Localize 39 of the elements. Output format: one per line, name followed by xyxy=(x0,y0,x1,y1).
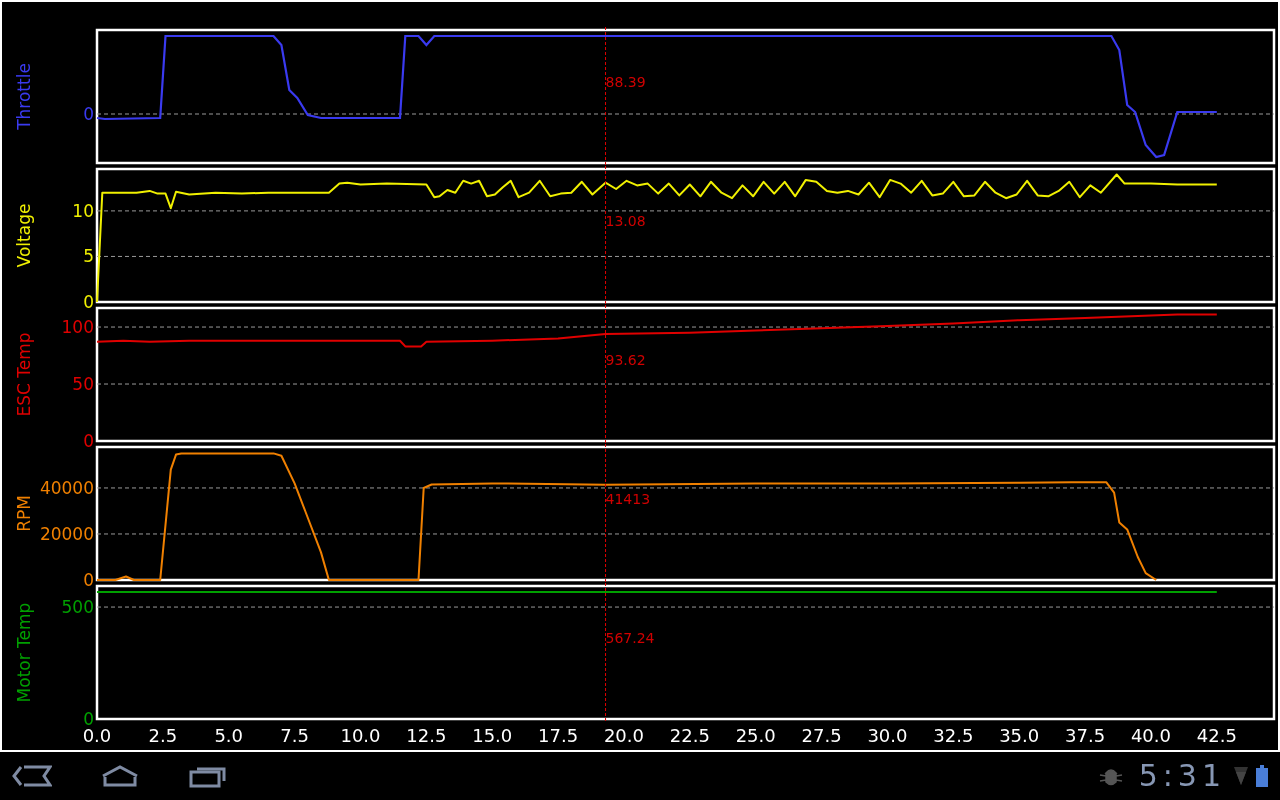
axis-tick-label: 10.0 xyxy=(340,725,381,746)
axis-tick-label: 500 xyxy=(61,597,94,618)
cursor-value: 13.08 xyxy=(605,213,646,229)
axis-tick-label: 100 xyxy=(61,317,94,338)
axis-tick-label: 20.0 xyxy=(603,725,644,746)
axis-tick-label: 17.5 xyxy=(538,725,579,746)
axis-tick-label: 50 xyxy=(72,374,94,394)
axis-tick-label: 25.0 xyxy=(735,725,776,746)
cursor-value: 88.39 xyxy=(605,74,646,90)
clock: 5:31 xyxy=(1138,761,1226,791)
axis-tick-label: 5 xyxy=(83,246,94,267)
axis-tick-label: 40000 xyxy=(39,477,94,498)
axis-title: Motor Temp xyxy=(14,602,34,703)
axis-tick-label: 15.0 xyxy=(472,725,513,746)
axis-tick-label: 0 xyxy=(83,104,94,124)
axis-tick-label: 30.0 xyxy=(867,725,908,746)
axis-tick-label: 35.0 xyxy=(999,725,1040,746)
cursor-value: 41413 xyxy=(605,491,651,507)
axis-tick-label: 22.5 xyxy=(669,725,710,746)
axis-tick-label: 7.5 xyxy=(280,725,309,746)
cursor-value: 567.24 xyxy=(605,630,655,646)
cursor-value: 93.62 xyxy=(605,352,646,368)
axis-tick-label: 0 xyxy=(83,570,94,590)
axis-tick-label: 2.5 xyxy=(148,725,178,746)
axis-title: Voltage xyxy=(14,203,34,268)
axis-tick-label: 10 xyxy=(72,200,94,221)
axis-title: ESC Temp xyxy=(14,332,34,417)
axis-tick-label: 32.5 xyxy=(933,725,974,746)
axis-tick-label: 5.0 xyxy=(214,725,244,746)
axis-title: Throttle xyxy=(14,63,34,130)
axis-tick-label: 40.0 xyxy=(1130,725,1171,746)
axis-tick-label: 12.5 xyxy=(406,725,447,746)
axis-tick-label: 0 xyxy=(83,431,94,451)
axis-tick-label: 0 xyxy=(83,292,94,312)
axis-tick-label: 20000 xyxy=(39,524,94,544)
axis-title: RPM xyxy=(14,495,34,532)
axis-tick-label: 42.5 xyxy=(1196,725,1237,746)
axis-tick-label: 37.5 xyxy=(1065,725,1106,746)
axis-tick-label: 27.5 xyxy=(801,725,842,746)
